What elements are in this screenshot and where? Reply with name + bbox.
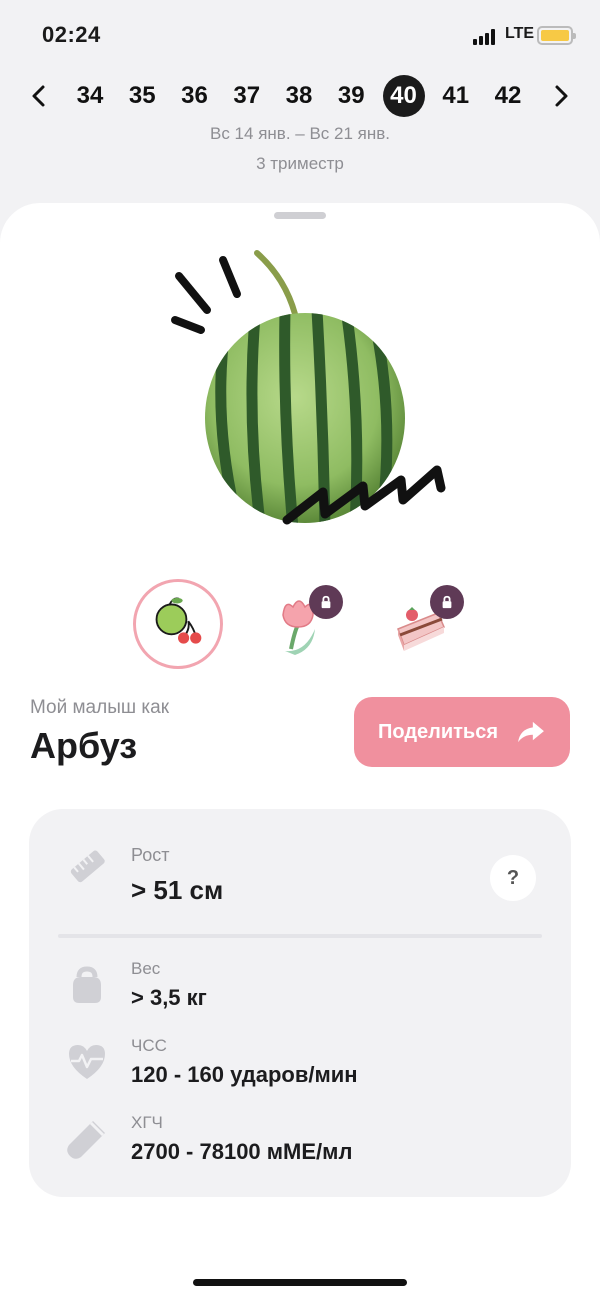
content-sheet: Мой малыш как Арбуз Поделиться Рост > 51… <box>0 203 600 1297</box>
hr-value: 120 - 160 ударов/мин <box>131 1062 358 1087</box>
network-type: LTE <box>505 25 535 42</box>
height-label: Рост <box>131 845 170 865</box>
status-bar: 02:24 LTE <box>0 0 600 70</box>
weight-label: Вес <box>131 959 161 978</box>
stats-panel: Рост > 51 см ? Вес > 3,5 кг ЧСС 120 - 16… <box>29 809 571 1197</box>
week-selector: 34 35 36 37 38 39 40 41 42 <box>0 75 600 117</box>
lock-badge <box>430 585 464 619</box>
heart-rate-icon <box>69 1045 105 1079</box>
week-item[interactable]: 37 <box>225 75 269 117</box>
sheet-drag-handle[interactable] <box>274 212 326 219</box>
height-value: > 51 см <box>131 875 224 905</box>
week-item[interactable]: 38 <box>277 75 321 117</box>
help-button[interactable]: ? <box>490 855 536 901</box>
week-item[interactable]: 41 <box>434 75 478 117</box>
chevron-right-icon[interactable] <box>548 83 574 109</box>
week-item[interactable]: 39 <box>329 75 373 117</box>
home-indicator[interactable] <box>193 1279 407 1286</box>
weight-value: > 3,5 кг <box>131 985 207 1010</box>
battery-icon <box>537 26 576 45</box>
share-button[interactable]: Поделиться <box>354 697 570 767</box>
apple-cherry-icon <box>155 597 202 644</box>
week-item[interactable]: 36 <box>173 75 217 117</box>
hcg-value: 2700 - 78100 мМЕ/мл <box>131 1139 353 1164</box>
ruler-icon <box>70 850 105 883</box>
hr-label: ЧСС <box>131 1036 167 1055</box>
status-time: 02:24 <box>42 22 101 47</box>
option-dessert[interactable] <box>376 579 466 669</box>
hcg-label: ХГЧ <box>131 1113 163 1132</box>
week-date-range: Вс 14 янв. – Вс 21 янв. <box>210 124 390 143</box>
chevron-left-icon[interactable] <box>26 83 52 109</box>
lock-badge <box>309 585 343 619</box>
lock-icon <box>442 595 452 609</box>
comparison-options <box>0 579 600 675</box>
signal-icon <box>473 29 499 45</box>
option-fruit[interactable] <box>133 579 223 669</box>
week-item-active[interactable]: 40 <box>382 75 426 117</box>
week-item[interactable]: 35 <box>120 75 164 117</box>
week-item[interactable]: 42 <box>486 75 530 117</box>
weight-icon <box>73 966 101 1003</box>
trimester-label: 3 триместр <box>256 154 344 173</box>
week-item[interactable]: 34 <box>68 75 112 117</box>
share-button-label: Поделиться <box>377 720 499 743</box>
lock-icon <box>321 595 331 609</box>
option-flower[interactable] <box>255 579 345 669</box>
divider <box>58 934 542 938</box>
share-arrow-icon <box>518 721 544 743</box>
watermelon-illustration <box>171 250 446 525</box>
week-list: 34 35 36 37 38 39 40 41 42 <box>68 75 530 117</box>
comparison-name: Арбуз <box>30 725 138 766</box>
test-tube-icon <box>67 1121 105 1159</box>
comparison-subtitle: Мой малыш как <box>30 697 170 718</box>
